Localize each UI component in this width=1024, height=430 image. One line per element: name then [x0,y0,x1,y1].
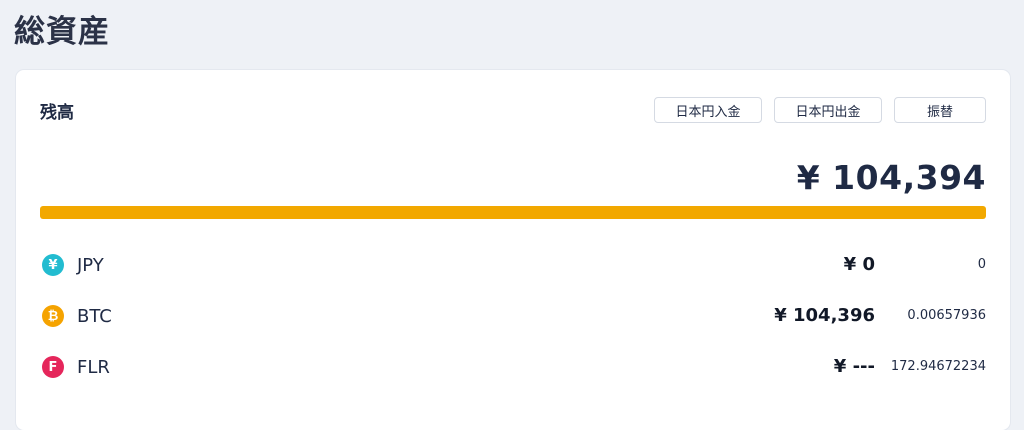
asset-value: ¥ --- [833,356,875,377]
transfer-button[interactable]: 振替 [894,97,986,123]
page-title: 総資産 [14,14,110,50]
asset-row-flr[interactable]: F FLR ¥ --- 172.94672234 [40,352,986,382]
asset-row-jpy[interactable]: ¥ JPY ¥ 0 0 [40,250,986,280]
asset-row-btc[interactable]: ₿ BTC ¥ 104,396 0.00657936 [40,301,986,331]
asset-amount: 172.94672234 [890,359,986,374]
total-balance: ¥ 104,394 [796,158,986,197]
asset-value: ¥ 104,396 [774,305,875,326]
asset-name: JPY [77,255,104,276]
card-title: 残高 [40,103,74,123]
asset-name: FLR [77,357,110,378]
balance-card: 残高 日本円入金 日本円出金 振替 ¥ 104,394 ¥ JPY ¥ 0 0 … [16,70,1010,430]
card-actions: 日本円入金 日本円出金 振替 [654,97,986,123]
allocation-bar [40,206,986,219]
asset-amount: 0 [977,257,986,272]
asset-value: ¥ 0 [843,254,875,275]
withdraw-jpy-button[interactable]: 日本円出金 [774,97,882,123]
asset-amount: 0.00657936 [907,308,986,323]
deposit-jpy-button[interactable]: 日本円入金 [654,97,762,123]
flare-icon: F [42,356,64,378]
bitcoin-icon: ₿ [42,305,64,327]
yen-icon: ¥ [42,254,64,276]
asset-name: BTC [77,306,112,327]
